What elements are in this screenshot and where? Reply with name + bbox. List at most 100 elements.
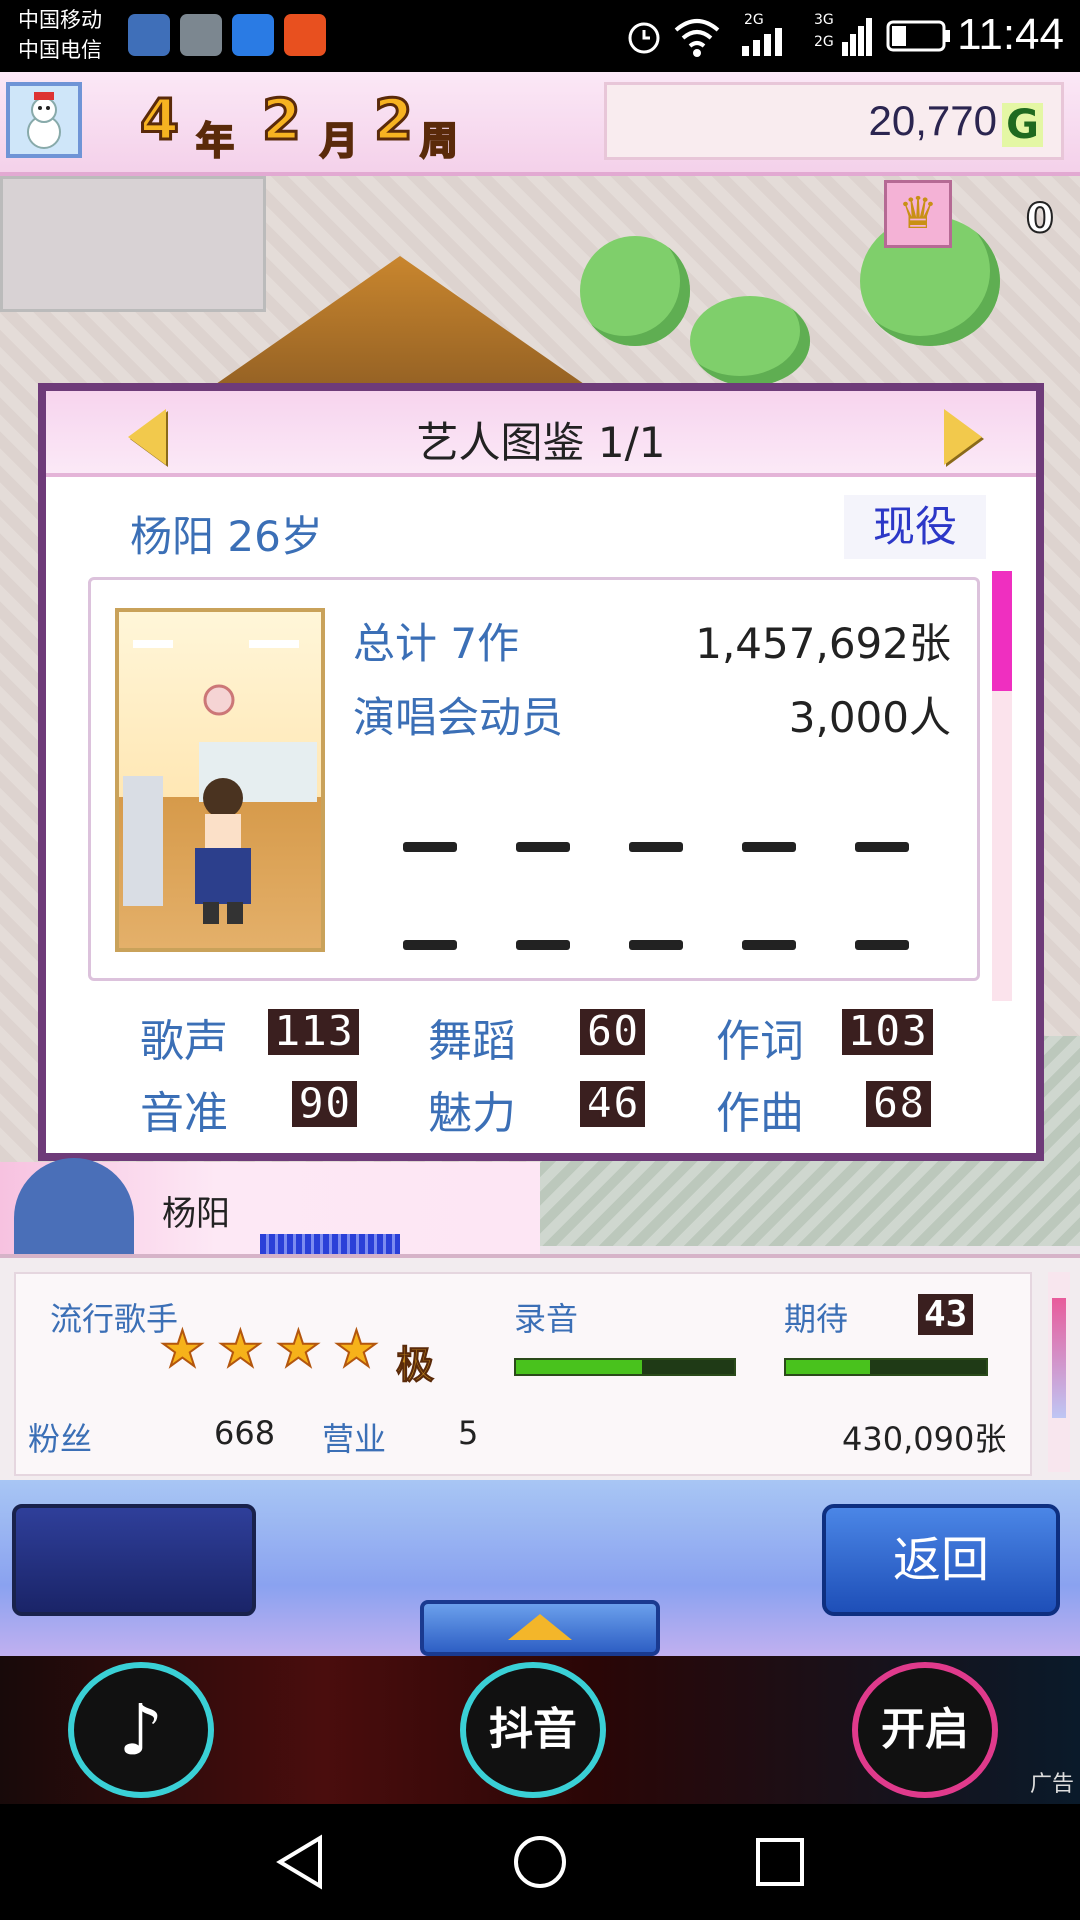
expectation-value: 43 (918, 1294, 974, 1335)
stat-label: 音准 (140, 1088, 228, 1139)
recents-nav-icon[interactable] (752, 1834, 808, 1890)
expand-up-button[interactable] (420, 1600, 660, 1656)
artist-record-card: 总计 7作 1,457,692张 演唱会动员 3,000人 (88, 577, 980, 981)
star-icon: ★ (333, 1319, 380, 1379)
trophy-icon[interactable]: ♛ (884, 180, 952, 248)
empty-slot-dash (629, 940, 683, 950)
network-type-2: 3G (814, 12, 834, 28)
stat-value: 68 (866, 1080, 931, 1128)
date-week: 2 (373, 87, 415, 155)
empty-slot-dash (403, 842, 457, 852)
status-bar: 中国移动 中国电信 2G 3G 2G 11:44 (0, 0, 1080, 72)
expectation-label: 期待 (784, 1300, 849, 1338)
total-sales-value: 1,457,692张 (695, 619, 951, 668)
next-page-arrow-icon[interactable] (944, 409, 982, 465)
stat-value: 60 (580, 1008, 645, 1056)
empty-slot-dash (516, 940, 570, 950)
dialog-scrollbar-thumb[interactable] (992, 571, 1012, 691)
baidu-app-icon (232, 14, 274, 56)
back-button[interactable]: 返回 (822, 1504, 1060, 1616)
carrier-label-2: 中国电信 (18, 38, 102, 62)
genre-label: 流行歌手 (50, 1300, 179, 1338)
date-month-unit: 月 (319, 118, 359, 164)
money-display: 20,770 G (604, 82, 1064, 160)
stat-label: 作曲 (716, 1088, 804, 1139)
artist-name: 杨阳 (162, 1194, 230, 1234)
empty-slot-dash (403, 940, 457, 950)
trophy-count: 0 (1025, 195, 1055, 243)
expectation-gauge-fill (786, 1360, 870, 1374)
gallery-app-icon (180, 14, 222, 56)
signal-icon-2 (842, 18, 872, 56)
recording-label: 录音 (514, 1300, 579, 1338)
network-type-3: 2G (814, 34, 834, 50)
empty-slot-dash (629, 842, 683, 852)
star-icon: ★ (217, 1319, 264, 1379)
info-panel-inner: 流行歌手 ★ ★ ★ ★ 极 录音 期待 43 粉丝 668 营业 5 430,… (14, 1272, 1032, 1476)
recording-gauge (514, 1358, 736, 1376)
date-year-unit: 年 (195, 118, 235, 164)
ad-banner[interactable]: ♪ 抖音 开启 广告 (0, 1656, 1080, 1804)
ad-center-button[interactable]: 抖音 (460, 1662, 606, 1798)
stat-value: 46 (580, 1080, 645, 1128)
ad-tag: 广告 (1029, 1772, 1074, 1797)
snowman-season-icon[interactable] (6, 82, 82, 158)
game-top-bar: 4 年 2 月 2 周 20,770 G (0, 72, 1080, 176)
empty-slot-dash (855, 842, 909, 852)
concert-value: 3,000人 (788, 693, 951, 742)
clock: 11:44 (957, 10, 1064, 59)
tree (690, 296, 810, 386)
tree (580, 236, 690, 346)
empty-action-button[interactable] (12, 1504, 256, 1616)
date-year: 4 (139, 87, 181, 155)
artist-avatar (14, 1158, 134, 1256)
android-nav-bar (0, 1804, 1080, 1920)
alarm-icon (628, 22, 660, 54)
home-nav-icon[interactable] (512, 1834, 568, 1890)
empty-slot-dash (742, 940, 796, 950)
stat-value: 113 (268, 1008, 360, 1056)
sales-value: 430,090张 (842, 1420, 1007, 1458)
stat-label: 舞蹈 (428, 1016, 516, 1067)
empty-slot-dash (855, 940, 909, 950)
artist-name-age: 杨阳 26岁 (130, 512, 323, 561)
artist-energy-bar (260, 1234, 400, 1254)
date-week-unit: 周 (419, 118, 459, 164)
action-bar: 返回 (0, 1480, 1080, 1656)
currency-label: G (1002, 103, 1043, 147)
dialog-header: 艺人图鉴 1/1 (46, 391, 1036, 477)
building (0, 176, 266, 312)
selected-artist-strip[interactable]: 杨阳 (0, 1158, 540, 1256)
recording-gauge-fill (516, 1360, 643, 1374)
battery-icon (886, 20, 950, 52)
dialog-title: 艺人图鉴 1/1 (416, 418, 666, 467)
carrier-label-1: 中国移动 (18, 8, 102, 32)
date-month: 2 (261, 87, 303, 155)
stat-label: 魅力 (428, 1088, 516, 1139)
stat-label: 作词 (716, 1016, 804, 1067)
concert-label: 演唱会动员 (353, 693, 564, 742)
money-value: 20,770 (868, 97, 997, 144)
stat-value: 103 (842, 1008, 934, 1056)
back-nav-icon[interactable] (272, 1834, 328, 1890)
business-value: 5 (458, 1414, 479, 1452)
video-app-icon (284, 14, 326, 56)
wifi-icon (674, 19, 720, 57)
artist-info-panel: 流行歌手 ★ ★ ★ ★ 极 录音 期待 43 粉丝 668 营业 5 430,… (0, 1254, 1080, 1484)
ad-open-button[interactable]: 开启 (852, 1662, 998, 1798)
info-scrollbar-thumb[interactable] (1052, 1298, 1066, 1418)
dialog-scrollbar-track[interactable] (992, 691, 1012, 1001)
tiktok-logo-icon[interactable]: ♪ (68, 1662, 214, 1798)
rank-badge: 极 (395, 1343, 435, 1388)
artist-portrait (115, 608, 325, 952)
expectation-gauge (784, 1358, 988, 1376)
star-icon: ★ (159, 1319, 206, 1379)
stat-value: 90 (292, 1080, 357, 1128)
health-app-icon (128, 14, 170, 56)
empty-slot-dash (742, 842, 796, 852)
signal-icon-1 (742, 28, 782, 56)
artist-encyclopedia-dialog: 艺人图鉴 1/1 杨阳 26岁 现役 总计 7作 1,457,692张 演唱会动… (38, 383, 1044, 1161)
empty-slot-dash (516, 842, 570, 852)
fans-value: 668 (214, 1414, 276, 1452)
chevron-up-icon (508, 1614, 572, 1640)
